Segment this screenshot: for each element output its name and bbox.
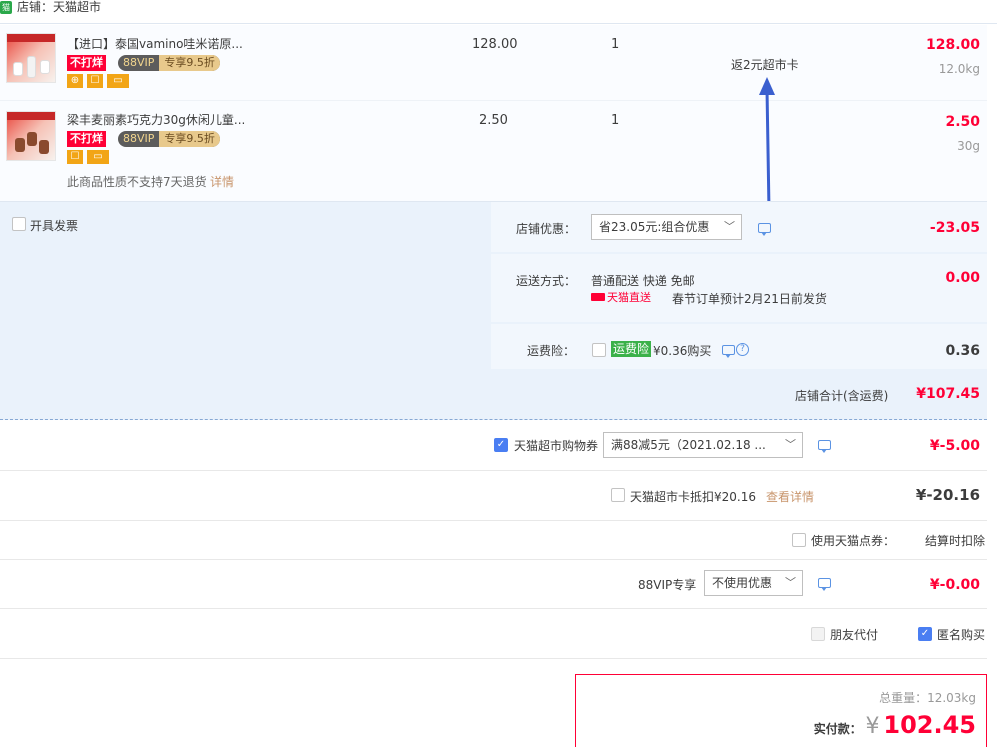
currency-symbol: ¥ xyxy=(865,714,880,739)
friend-pay-label: 朋友代付 xyxy=(830,628,879,642)
points-note: 结算时扣除 xyxy=(925,534,986,548)
friend-pay-checkbox[interactable] xyxy=(811,627,825,641)
chevron-down-icon: ﹀ xyxy=(785,576,796,589)
insurance-label: 运费险： xyxy=(527,344,576,358)
total-amount: 102.45 xyxy=(883,711,976,739)
shipping-method: 普通配送 快递 免邮 xyxy=(591,274,695,288)
item-subtotal: 2.50 xyxy=(945,114,980,130)
payment-summary: 总重量：12.03kg 实付款： ¥ 102.45 xyxy=(575,674,987,747)
card-amount: ¥-20.16 xyxy=(915,486,980,504)
shop-header: 猫 店铺：天猫超市 xyxy=(0,0,997,24)
row-divider xyxy=(0,559,987,560)
vip-amount: ¥-0.00 xyxy=(929,577,980,593)
shipping-label: 运送方式： xyxy=(516,274,577,288)
item-divider xyxy=(0,100,987,101)
insurance-price: ¥0.36购买 xyxy=(653,344,712,358)
card-service-icon: ▭ xyxy=(87,150,109,164)
shop-total-row: 店铺合计(含运费) ¥107.45 xyxy=(0,369,987,420)
anonymous-label: 匿名购买 xyxy=(937,628,986,642)
tmall-cart-icon xyxy=(591,293,605,301)
insurance-checkbox[interactable] xyxy=(592,343,606,357)
row-divider xyxy=(0,520,987,521)
shop-total-label: 店铺合计(含运费) xyxy=(795,389,889,403)
quantity: 1 xyxy=(611,37,620,52)
card-checkbox[interactable] xyxy=(611,488,625,502)
chevron-down-icon: ﹀ xyxy=(724,220,735,233)
vip-discount-tag: 88VIP 专享9.5折 xyxy=(118,55,220,71)
unit-price: 2.50 xyxy=(479,113,508,128)
shop-total-amount: ¥107.45 xyxy=(916,386,980,402)
service-icon: ⊕ xyxy=(67,74,83,88)
no-discount-tag: 不打烊 xyxy=(67,55,106,71)
message-icon[interactable] xyxy=(818,440,831,453)
shop-discount-label: 店铺优惠： xyxy=(516,222,577,236)
no-discount-tag: 不打烊 xyxy=(67,131,106,147)
item-weight: 12.0kg xyxy=(938,62,980,76)
service-icon: ☐ xyxy=(87,74,103,88)
tmall-market-icon: 猫 xyxy=(0,1,12,14)
shop-label: 店铺：天猫超市 xyxy=(17,0,102,14)
product-title[interactable]: 梁丰麦丽素巧克力30g休闲儿童... xyxy=(67,113,245,127)
pay-label: 实付款： xyxy=(813,722,862,736)
total-weight: 总重量：12.03kg xyxy=(879,691,976,705)
row-divider xyxy=(0,608,987,609)
shipping-note: 春节订单预计2月21日前发货 xyxy=(672,292,827,306)
unit-price: 128.00 xyxy=(472,37,518,52)
points-checkbox[interactable] xyxy=(792,533,806,547)
quantity: 1 xyxy=(611,113,620,128)
return-policy-note: 此商品性质不支持7天退货 xyxy=(67,175,207,189)
message-icon[interactable] xyxy=(758,223,771,236)
chevron-down-icon: ﹀ xyxy=(785,438,796,451)
row-divider xyxy=(0,470,987,471)
message-icon[interactable] xyxy=(722,345,735,358)
card-label: 天猫超市卡抵扣¥20.16 xyxy=(630,490,756,504)
coupon-checkbox[interactable]: ✓ xyxy=(494,438,508,452)
tmall-direct-badge: 天猫直送 xyxy=(591,292,651,304)
insurance-tag: 运费险 xyxy=(611,341,652,357)
vip-select[interactable]: 不使用优惠 ﹀ xyxy=(704,570,803,596)
invoice-label: 开具发票 xyxy=(30,219,79,233)
points-label: 使用天猫点券： xyxy=(811,534,896,548)
service-icon: ☐ xyxy=(67,150,83,164)
shipping-amount: 0.00 xyxy=(945,270,980,286)
vip-discount-tag: 88VIP 专享9.5折 xyxy=(118,131,220,147)
card-rebate-note: 返2元超市卡 xyxy=(731,58,799,72)
insurance-amount: 0.36 xyxy=(945,343,980,359)
annotation-arrow xyxy=(759,77,775,211)
shop-discount-amount: -23.05 xyxy=(929,220,980,236)
coupon-label: 天猫超市购物券 xyxy=(514,439,599,453)
item-weight: 30g xyxy=(957,139,980,153)
product-thumbnail[interactable] xyxy=(6,33,56,83)
row-divider xyxy=(0,658,987,659)
invoice-checkbox[interactable] xyxy=(12,217,26,231)
help-icon[interactable]: ? xyxy=(736,343,749,356)
return-policy-link[interactable]: 详情 xyxy=(210,173,234,190)
item-subtotal: 128.00 xyxy=(925,37,980,53)
coupon-select[interactable]: 满88减5元（2021.02.18 ... ﹀ xyxy=(603,432,803,458)
card-service-icon: ▭ xyxy=(107,74,129,88)
coupon-amount: ¥-5.00 xyxy=(929,438,980,454)
anonymous-checkbox[interactable]: ✓ xyxy=(918,627,932,641)
product-title[interactable]: 【进口】泰国vamino哇米诺原... xyxy=(67,37,243,51)
shop-discount-select[interactable]: 省23.05元:组合优惠 ﹀ xyxy=(591,214,742,240)
final-payment: 实付款： ¥ 102.45 xyxy=(814,711,976,739)
product-thumbnail[interactable] xyxy=(6,111,56,161)
vip-label: 88VIP专享 xyxy=(638,578,697,592)
card-details-link[interactable]: 查看详情 xyxy=(766,488,814,505)
message-icon[interactable] xyxy=(818,578,831,591)
